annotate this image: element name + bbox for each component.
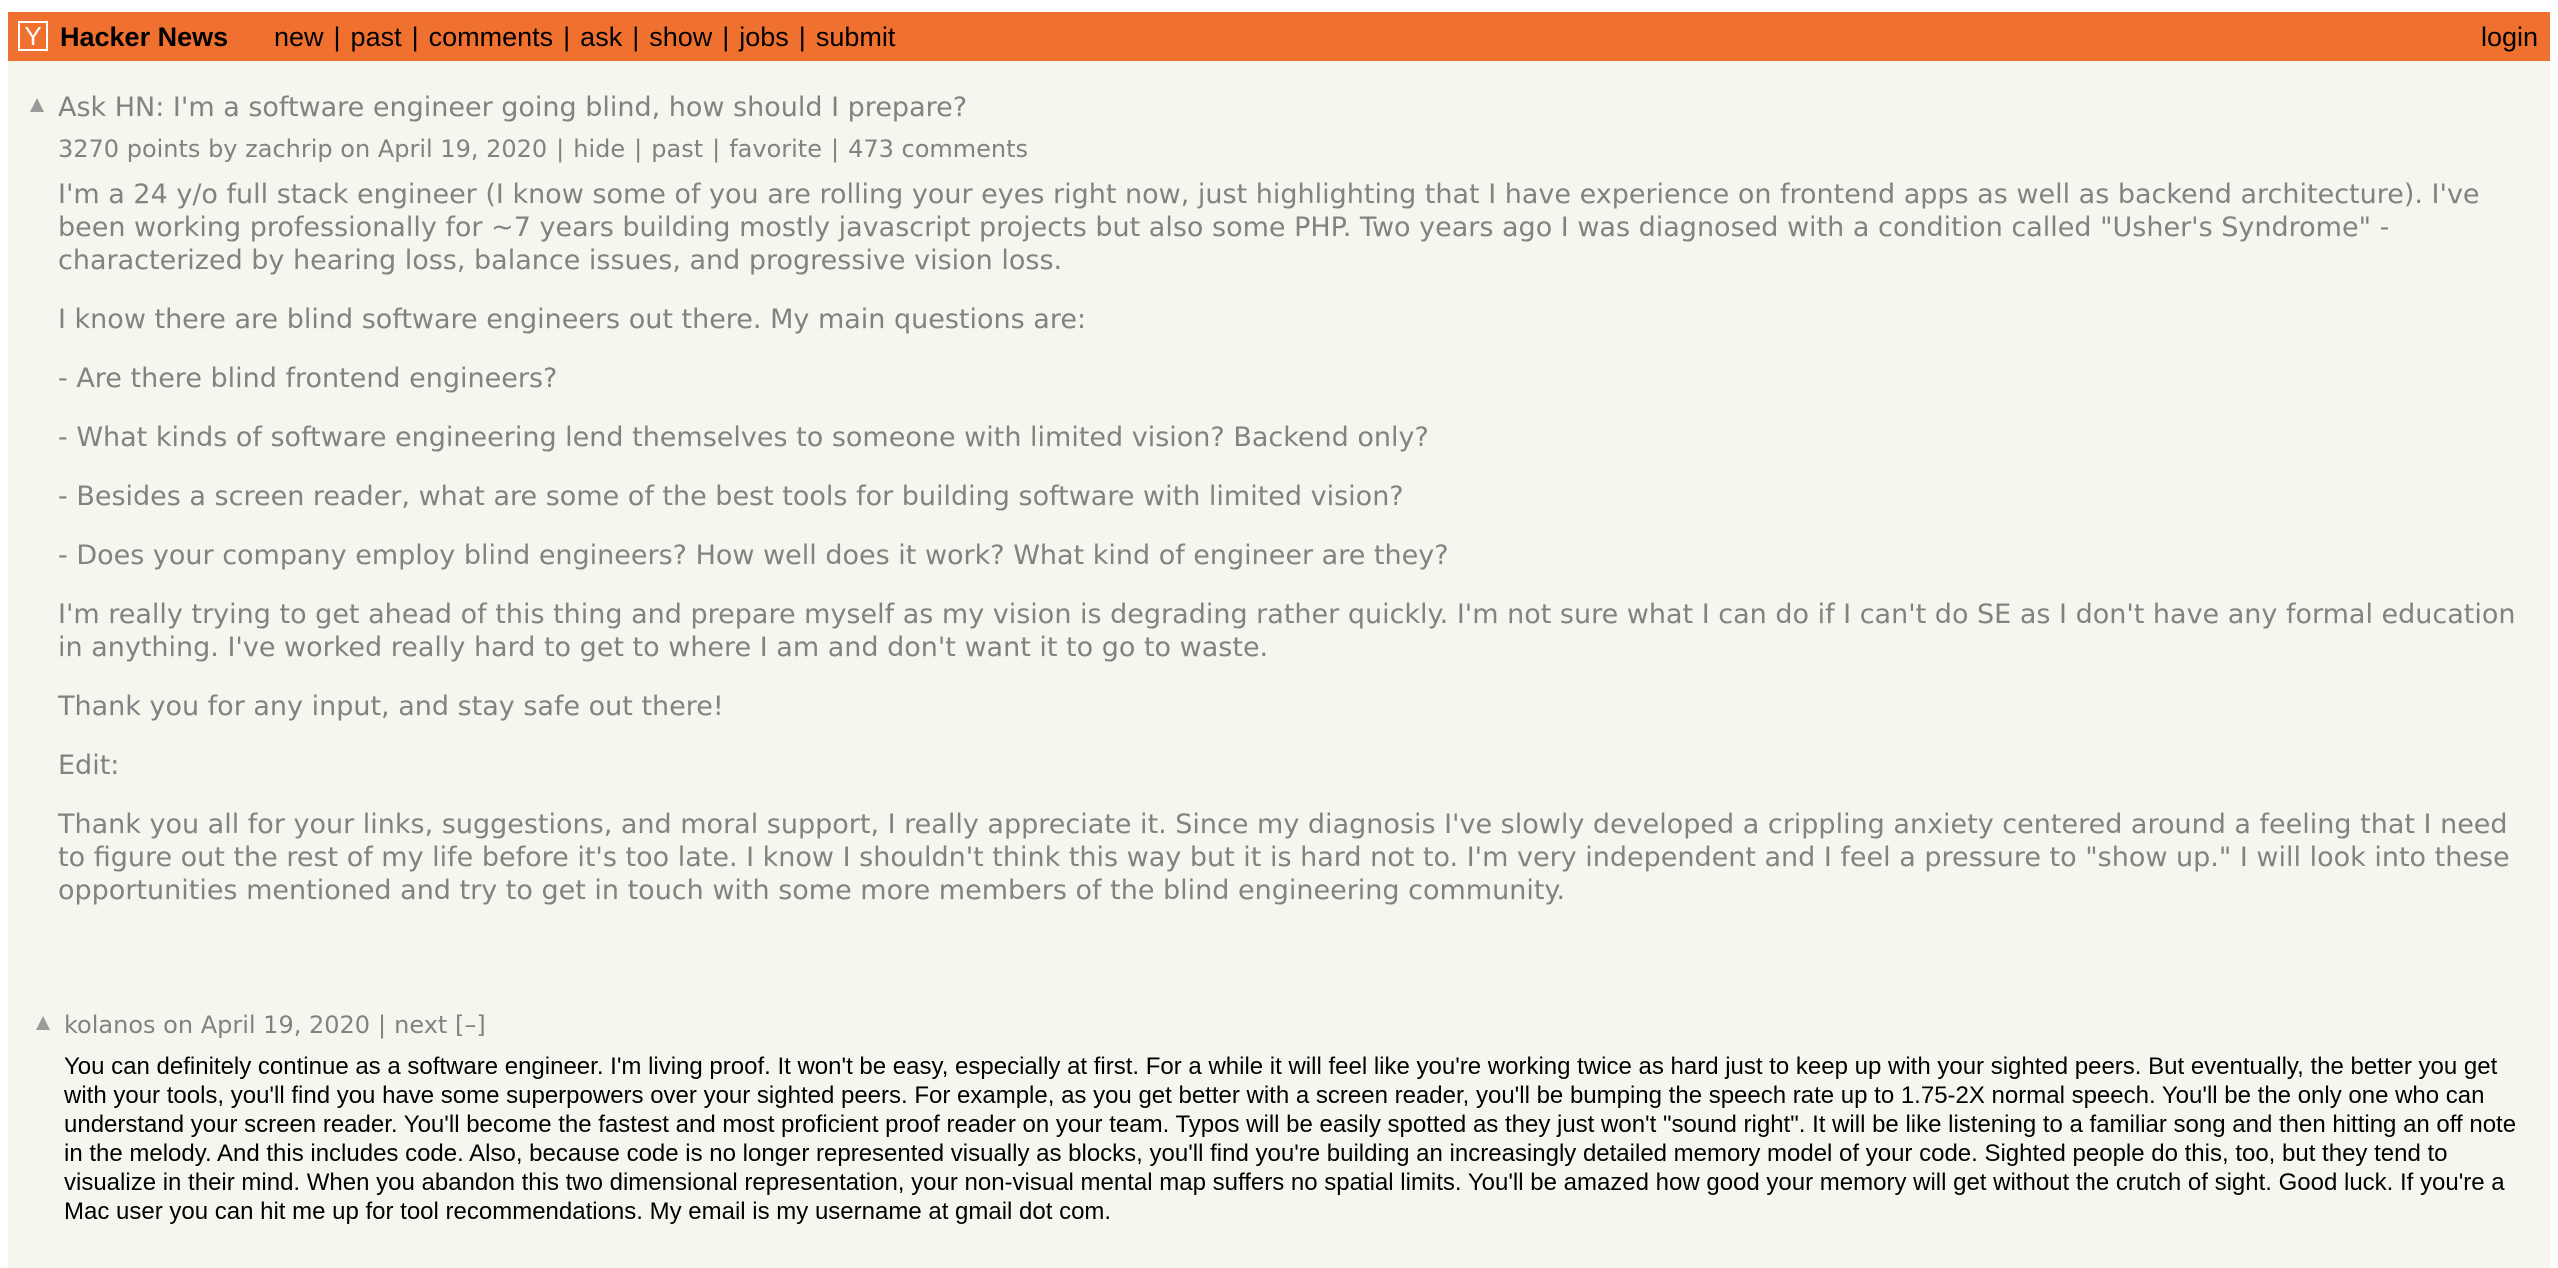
nav-separator: | — [798, 22, 806, 52]
story-paragraph: - What kinds of software engineering len… — [58, 422, 1429, 453]
story-date-link[interactable]: April 19, 2020 — [378, 135, 547, 163]
subtext-separator: | — [830, 135, 840, 163]
hide-link[interactable]: hide — [573, 135, 625, 163]
story-body: I'm a 24 y/o full stack engineer (I know… — [58, 178, 2538, 933]
subtext-separator: | — [556, 135, 565, 163]
story-paragraph: - Are there blind frontend engineers? — [58, 363, 558, 394]
nav-comments[interactable]: comments — [429, 22, 554, 52]
site-title-link[interactable]: Hacker News — [60, 23, 228, 51]
comment-upvote-icon[interactable] — [36, 1016, 50, 1030]
comment-header: kolanos on April 19, 2020 | next [–] — [64, 1010, 486, 1040]
top-bar: Y Hacker News new | past | comments | ask | show… — [8, 12, 2550, 61]
subtext-separator: | — [634, 135, 643, 163]
nav-separator: | — [632, 22, 640, 52]
nav-separator: | — [563, 22, 571, 52]
story-paragraph: Edit: — [58, 750, 120, 781]
nav-ask[interactable]: ask — [580, 22, 622, 52]
comment-body: You can definitely continue as a softwar… — [64, 1053, 2517, 1225]
story-subtext: 3270 points by zachrip on April 19, 2020… — [58, 134, 1028, 164]
nav-jobs[interactable]: jobs — [739, 22, 789, 52]
y-logo-icon[interactable]: Y — [18, 21, 48, 51]
story-paragraph: I know there are blind software engineer… — [58, 304, 1087, 335]
collapse-toggle[interactable]: [–] — [455, 1011, 486, 1039]
comments-count-link[interactable]: 473 comments — [848, 135, 1028, 163]
nav-new[interactable]: new — [274, 22, 324, 52]
subtext-separator: | — [712, 135, 721, 163]
on-label: on — [163, 1011, 194, 1039]
nav-separator: | — [333, 22, 341, 52]
comment-author-link[interactable]: kolanos — [64, 1011, 156, 1039]
nav-separator: | — [722, 22, 730, 52]
story-author-link[interactable]: zachrip — [245, 135, 332, 163]
story-paragraph: Thank you for any input, and stay safe o… — [58, 691, 724, 722]
nav-show[interactable]: show — [649, 22, 712, 52]
nav-links: new | past | comments | ask | show | jobs | submit — [274, 23, 895, 51]
story-upvote-icon[interactable] — [30, 98, 44, 112]
nav-submit[interactable]: submit — [816, 22, 896, 52]
nav-separator: | — [411, 22, 419, 52]
past-link[interactable]: past — [651, 135, 703, 163]
story-paragraph: - Besides a screen reader, what are some… — [58, 481, 1404, 512]
story-paragraph: I'm really trying to get ahead of this t… — [58, 599, 2516, 663]
nav-past[interactable]: past — [351, 22, 402, 52]
page: Y Hacker News new | past | comments | ask | show… — [8, 12, 2550, 1268]
on-label: on — [340, 135, 371, 163]
story-title-link[interactable]: Ask HN: I'm a software engineer going bl… — [58, 92, 967, 124]
story-points: 3270 points — [58, 135, 201, 163]
by-label: by — [208, 135, 238, 163]
login-link[interactable]: login — [2481, 23, 2538, 51]
story-paragraph: Thank you all for your links, suggestion… — [58, 809, 2510, 906]
favorite-link[interactable]: favorite — [729, 135, 822, 163]
story-paragraph: I'm a 24 y/o full stack engineer (I know… — [58, 179, 2480, 276]
next-link[interactable]: next — [394, 1011, 447, 1039]
story-paragraph: - Does your company employ blind enginee… — [58, 540, 1449, 571]
comment-separator: | — [378, 1011, 387, 1039]
comment-date-link[interactable]: April 19, 2020 — [201, 1011, 370, 1039]
